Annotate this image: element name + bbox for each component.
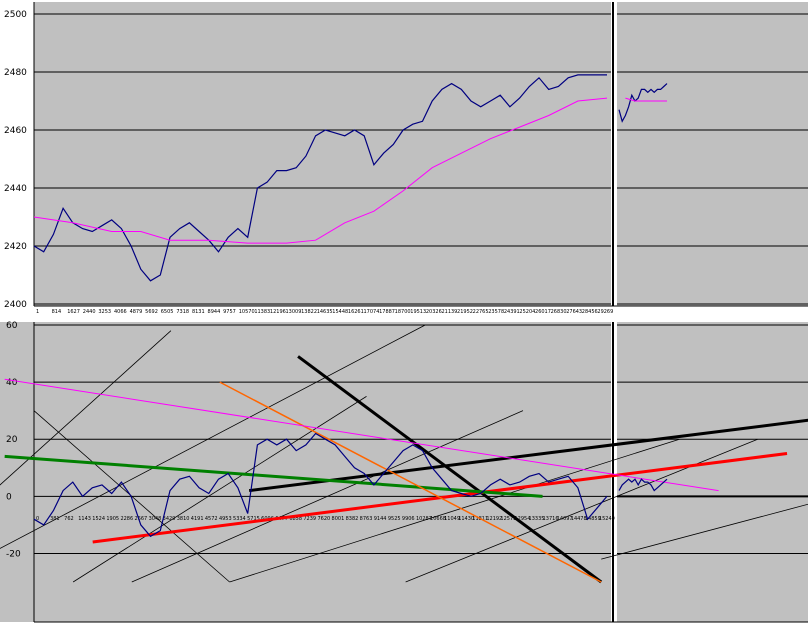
x-tick-label: 13822 [301,309,317,315]
x-tick-label: 20326 [426,309,442,315]
x-tick-label: 21952 [457,309,473,315]
x-tick-label: 8763 [360,516,373,522]
y-tick-label: 0 [6,492,12,502]
y-tick-label: 20 [6,435,18,445]
x-tick-label: 9144 [374,516,387,522]
y-tick-label: 2500 [4,10,27,20]
x-tick-label: 25204 [519,309,535,315]
x-tick-label: 9525 [388,516,401,522]
x-tick-label: 4066 [114,309,127,315]
x-tick-label: 2440 [83,309,96,315]
x-tick-label: 8001 [332,516,345,522]
x-tick-label: 29269 [597,309,613,315]
x-tick-label: 15240 [599,516,615,522]
x-tick-label: 17074 [363,309,379,315]
x-tick-label: 7620 [317,516,330,522]
x-tick-label: 21139 [441,309,457,315]
x-tick-label: 3810 [177,516,190,522]
x-tick-label: 2286 [120,516,133,522]
x-tick-label: 2667 [135,516,148,522]
x-tick-label: 5334 [233,516,246,522]
axis-strip [0,2,34,306]
x-tick-label: 27643 [566,309,582,315]
x-tick-label: 4953 [219,516,232,522]
x-tick-label: 7318 [176,309,189,315]
x-tick-label: 4879 [130,309,143,315]
x-tick-label: 762 [64,516,74,522]
x-tick-label: 8944 [208,309,221,315]
x-tick-label: 7239 [303,516,316,522]
x-tick-label: 1524 [92,516,105,522]
axis-strip [0,322,34,622]
y-tick-label: 2460 [4,126,27,136]
oscillator-panel: 6040200-200 381 762 1143 1524 1905 2286 2667 304… [0,321,808,623]
x-tick-label: 22765 [473,309,489,315]
x-tick-label: 15448 [332,309,348,315]
x-tick-label: 16261 [348,309,364,315]
x-tick-label: 3253 [98,309,111,315]
x-tick-label: 4191 [191,516,204,522]
plot-area-right [617,2,808,306]
plot-area-main [34,322,611,622]
y-tick-label: 2440 [4,184,27,194]
x-tick-label: 10570 [239,309,255,315]
y-tick-label: 60 [6,321,18,331]
x-tick-label: 4572 [205,516,218,522]
x-tick-label: 17887 [379,309,395,315]
x-tick-label: 19513 [410,309,426,315]
x-tick-label: 11383 [254,309,270,315]
x-tick-label: 6505 [161,309,174,315]
y-tick-label: 2400 [4,300,27,310]
x-tick-label: 23578 [488,309,504,315]
x-tick-label: 5692 [145,309,158,315]
x-tick-label: 28456 [582,309,598,315]
plot-area-main [34,2,611,306]
price-panel: 2500248024602440242024001 814 1627 2440 3253… [0,2,808,315]
x-tick-label: 26017 [535,309,551,315]
x-tick-label: 1 [36,309,39,315]
y-tick-label: 2480 [4,68,27,78]
x-tick-label: 1627 [67,309,80,315]
x-tick-label: 814 [52,309,62,315]
x-tick-label: 1905 [106,516,119,522]
x-tick-label: 13009 [286,309,302,315]
x-tick-label: 1143 [78,516,91,522]
chart-canvas: 2500248024602440242024001 814 1627 2440 3253… [0,2,808,623]
y-tick-label: 2420 [4,242,27,252]
x-tick-label: 9906 [402,516,415,522]
x-tick-label: 24391 [504,309,520,315]
x-tick-label: 9757 [223,309,236,315]
x-tick-label: 18700 [395,309,411,315]
x-tick-label: 12196 [270,309,286,315]
x-tick-label: 8382 [346,516,359,522]
x-tick-label: 14635 [317,309,333,315]
y-tick-label: -20 [6,549,21,559]
x-tick-label: 26830 [551,309,567,315]
x-tick-label: 8131 [192,309,205,315]
